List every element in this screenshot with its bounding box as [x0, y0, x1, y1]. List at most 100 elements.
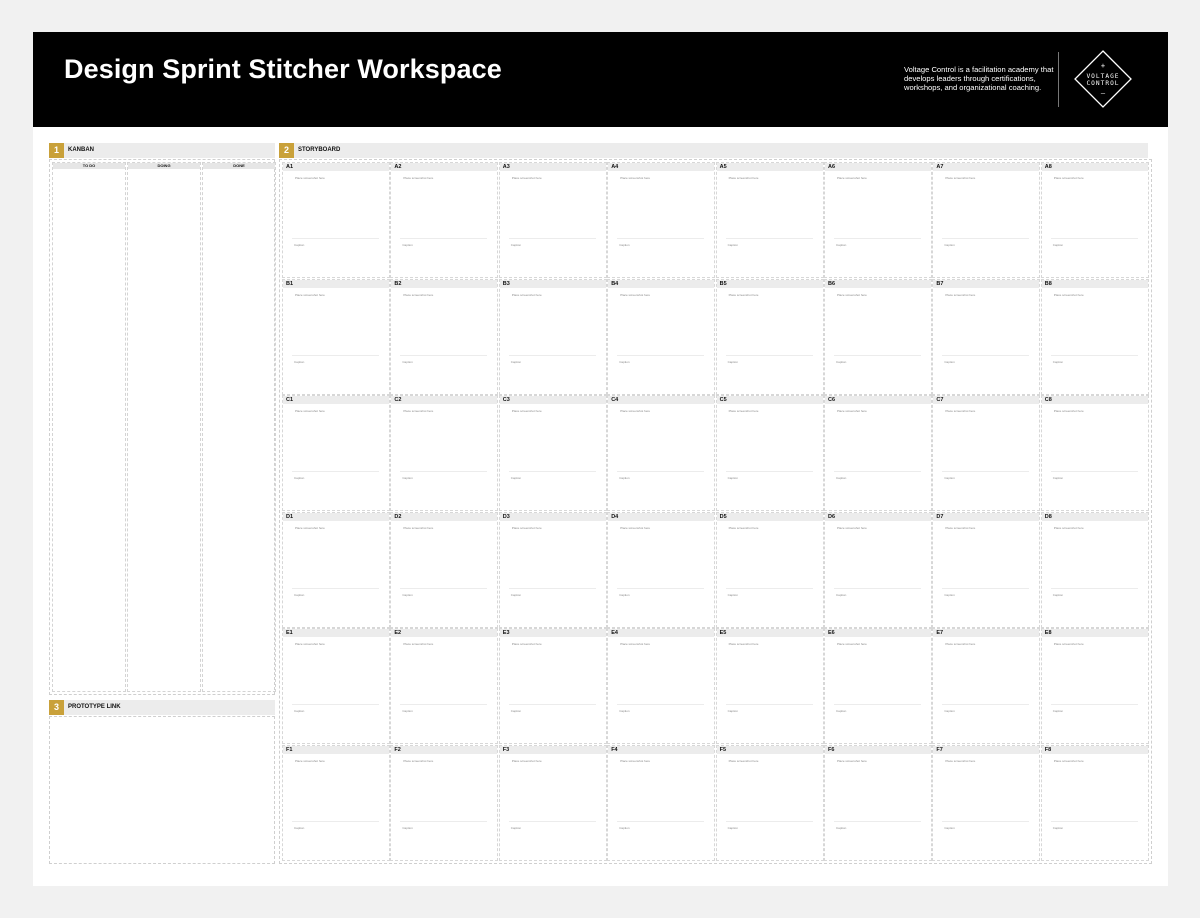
storyboard-frame[interactable]: D3 Place screenshot here Caption	[498, 511, 607, 628]
kanban-column-todo[interactable]: TO DO	[52, 162, 126, 692]
frame-caption[interactable]: Caption	[511, 593, 521, 597]
storyboard-frame[interactable]: F3 Place screenshot here Caption	[498, 745, 607, 861]
frame-caption[interactable]: Caption	[402, 593, 412, 597]
frame-caption[interactable]: Caption	[836, 360, 846, 364]
storyboard-frame[interactable]: F7 Place screenshot here Caption	[932, 745, 1041, 861]
storyboard-frame[interactable]: F5 Place screenshot here Caption	[715, 745, 824, 861]
frame-caption[interactable]: Caption	[944, 709, 954, 713]
storyboard-frame[interactable]: B3 Place screenshot here Caption	[498, 278, 607, 395]
frame-caption[interactable]: Caption	[1053, 243, 1063, 247]
frame-caption[interactable]: Caption	[728, 476, 738, 480]
storyboard-frame[interactable]: C8 Place screenshot here Caption	[1040, 395, 1149, 512]
storyboard-frame[interactable]: A8 Place screenshot here Caption	[1040, 162, 1149, 278]
storyboard-frame[interactable]: B7 Place screenshot here Caption	[932, 278, 1041, 395]
storyboard-frame[interactable]: F8 Place screenshot here Caption	[1040, 745, 1149, 861]
storyboard-frame[interactable]: B1 Place screenshot here Caption	[282, 278, 390, 395]
kanban-column-done[interactable]: DONE	[202, 162, 276, 692]
storyboard-frame[interactable]: B5 Place screenshot here Caption	[715, 278, 824, 395]
frame-caption[interactable]: Caption	[402, 709, 412, 713]
storyboard-frame[interactable]: B2 Place screenshot here Caption	[390, 278, 499, 395]
frame-caption[interactable]: Caption	[944, 826, 954, 830]
storyboard-frame[interactable]: E6 Place screenshot here Caption	[824, 628, 932, 745]
frame-caption[interactable]: Caption	[294, 826, 304, 830]
frame-caption[interactable]: Caption	[511, 243, 521, 247]
prototype-link-area[interactable]	[49, 716, 275, 864]
storyboard-frame[interactable]: E5 Place screenshot here Caption	[715, 628, 824, 745]
storyboard-frame[interactable]: E7 Place screenshot here Caption	[932, 628, 1041, 745]
frame-caption[interactable]: Caption	[294, 360, 304, 364]
frame-caption[interactable]: Caption	[728, 826, 738, 830]
storyboard-frame[interactable]: A7 Place screenshot here Caption	[932, 162, 1041, 278]
frame-caption[interactable]: Caption	[619, 360, 629, 364]
storyboard-frame[interactable]: C3 Place screenshot here Caption	[498, 395, 607, 512]
frame-caption[interactable]: Caption	[511, 476, 521, 480]
frame-caption[interactable]: Caption	[1053, 476, 1063, 480]
storyboard-frame[interactable]: E8 Place screenshot here Caption	[1040, 628, 1149, 745]
frame-caption[interactable]: Caption	[294, 593, 304, 597]
frame-caption[interactable]: Caption	[1053, 826, 1063, 830]
storyboard-frame[interactable]: D2 Place screenshot here Caption	[390, 511, 499, 628]
kanban-area[interactable]: TO DO DOING DONE	[49, 159, 276, 695]
storyboard-frame[interactable]: A2 Place screenshot here Caption	[390, 162, 499, 278]
storyboard-frame[interactable]: B6 Place screenshot here Caption	[824, 278, 932, 395]
frame-caption[interactable]: Caption	[402, 360, 412, 364]
frame-caption[interactable]: Caption	[836, 826, 846, 830]
frame-caption[interactable]: Caption	[511, 709, 521, 713]
frame-caption[interactable]: Caption	[728, 360, 738, 364]
frame-caption[interactable]: Caption	[836, 476, 846, 480]
frame-caption[interactable]: Caption	[1053, 360, 1063, 364]
frame-caption[interactable]: Caption	[294, 243, 304, 247]
storyboard-frame[interactable]: F4 Place screenshot here Caption	[607, 745, 716, 861]
storyboard-frame[interactable]: A1 Place screenshot here Caption	[282, 162, 390, 278]
frame-caption[interactable]: Caption	[619, 243, 629, 247]
storyboard-frame[interactable]: B8 Place screenshot here Caption	[1040, 278, 1149, 395]
storyboard-frame[interactable]: C4 Place screenshot here Caption	[607, 395, 716, 512]
kanban-column-doing[interactable]: DOING	[127, 162, 201, 692]
storyboard-frame[interactable]: C1 Place screenshot here Caption	[282, 395, 390, 512]
frame-caption[interactable]: Caption	[511, 826, 521, 830]
storyboard-frame[interactable]: B4 Place screenshot here Caption	[607, 278, 716, 395]
frame-caption[interactable]: Caption	[728, 243, 738, 247]
frame-caption[interactable]: Caption	[619, 593, 629, 597]
frame-caption[interactable]: Caption	[836, 709, 846, 713]
frame-caption[interactable]: Caption	[1053, 593, 1063, 597]
storyboard-frame[interactable]: C7 Place screenshot here Caption	[932, 395, 1041, 512]
storyboard-frame[interactable]: F6 Place screenshot here Caption	[824, 745, 932, 861]
storyboard-frame[interactable]: C2 Place screenshot here Caption	[390, 395, 499, 512]
storyboard-frame[interactable]: D1 Place screenshot here Caption	[282, 511, 390, 628]
frame-caption[interactable]: Caption	[619, 709, 629, 713]
frame-caption[interactable]: Caption	[402, 476, 412, 480]
storyboard-frame[interactable]: D8 Place screenshot here Caption	[1040, 511, 1149, 628]
storyboard-frame[interactable]: F1 Place screenshot here Caption	[282, 745, 390, 861]
storyboard-frame[interactable]: A4 Place screenshot here Caption	[607, 162, 716, 278]
frame-caption[interactable]: Caption	[511, 360, 521, 364]
storyboard-frame[interactable]: A6 Place screenshot here Caption	[824, 162, 932, 278]
storyboard-frame[interactable]: C6 Place screenshot here Caption	[824, 395, 932, 512]
storyboard-frame[interactable]: D6 Place screenshot here Caption	[824, 511, 932, 628]
storyboard-frame[interactable]: C5 Place screenshot here Caption	[715, 395, 824, 512]
storyboard-frame[interactable]: E4 Place screenshot here Caption	[607, 628, 716, 745]
frame-caption[interactable]: Caption	[294, 476, 304, 480]
storyboard-frame[interactable]: D7 Place screenshot here Caption	[932, 511, 1041, 628]
frame-caption[interactable]: Caption	[402, 243, 412, 247]
storyboard-frame[interactable]: E3 Place screenshot here Caption	[498, 628, 607, 745]
frame-caption[interactable]: Caption	[402, 826, 412, 830]
frame-caption[interactable]: Caption	[619, 826, 629, 830]
storyboard-frame[interactable]: F2 Place screenshot here Caption	[390, 745, 499, 861]
frame-caption[interactable]: Caption	[836, 593, 846, 597]
frame-caption[interactable]: Caption	[944, 593, 954, 597]
frame-caption[interactable]: Caption	[1053, 709, 1063, 713]
frame-caption[interactable]: Caption	[728, 593, 738, 597]
storyboard-frame[interactable]: D4 Place screenshot here Caption	[607, 511, 716, 628]
frame-caption[interactable]: Caption	[619, 476, 629, 480]
frame-caption[interactable]: Caption	[944, 243, 954, 247]
storyboard-frame[interactable]: E2 Place screenshot here Caption	[390, 628, 499, 745]
storyboard-frame[interactable]: E1 Place screenshot here Caption	[282, 628, 390, 745]
storyboard-frame[interactable]: A3 Place screenshot here Caption	[498, 162, 607, 278]
frame-caption[interactable]: Caption	[944, 360, 954, 364]
frame-caption[interactable]: Caption	[728, 709, 738, 713]
storyboard-frame[interactable]: D5 Place screenshot here Caption	[715, 511, 824, 628]
storyboard-frame[interactable]: A5 Place screenshot here Caption	[715, 162, 824, 278]
frame-caption[interactable]: Caption	[836, 243, 846, 247]
frame-caption[interactable]: Caption	[294, 709, 304, 713]
